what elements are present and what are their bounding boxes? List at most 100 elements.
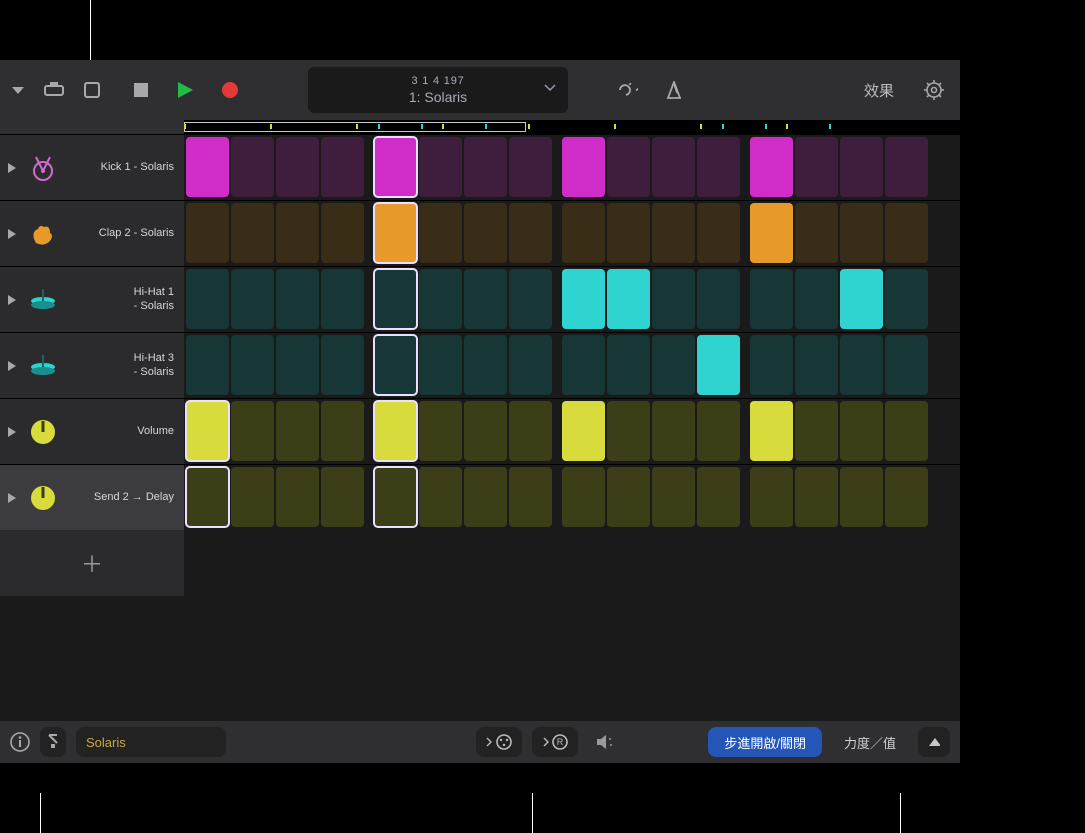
step-cell[interactable] [276,401,319,461]
step-cell[interactable] [231,269,274,329]
step-cell[interactable] [885,203,928,263]
record-button[interactable] [222,82,238,98]
effects-button[interactable]: 效果 [844,80,914,101]
step-cell[interactable] [509,335,552,395]
step-cell[interactable] [464,467,507,527]
step-cell[interactable] [321,203,364,263]
view-icon[interactable] [84,82,100,98]
step-cell[interactable] [795,269,838,329]
step-cell[interactable] [374,401,417,461]
step-cell[interactable] [607,269,650,329]
step-cell[interactable] [374,467,417,527]
step-cell[interactable] [750,467,793,527]
step-cell[interactable] [276,467,319,527]
row-play-icon[interactable] [8,163,16,173]
step-cell[interactable] [697,269,740,329]
step-cell[interactable] [321,335,364,395]
step-cell[interactable] [321,269,364,329]
step-cell[interactable] [795,401,838,461]
step-cell[interactable] [885,335,928,395]
step-cell[interactable] [276,335,319,395]
cycle-icon[interactable] [618,83,638,97]
step-cell[interactable] [562,467,605,527]
metronome-icon[interactable] [666,81,682,99]
play-button[interactable] [176,81,194,99]
step-cell[interactable] [795,467,838,527]
step-cell[interactable] [840,137,883,197]
speaker-icon[interactable] [596,734,616,750]
step-cell[interactable] [562,335,605,395]
step-cell[interactable] [231,335,274,395]
step-cell[interactable] [885,401,928,461]
ruler-cycle-region[interactable] [184,122,526,132]
step-cell[interactable] [697,401,740,461]
step-cell[interactable] [697,203,740,263]
step-cell[interactable] [419,401,462,461]
row-header[interactable]: Kick 1 - Solaris [0,135,184,200]
step-cell[interactable] [419,269,462,329]
step-cell[interactable] [231,401,274,461]
step-cell[interactable] [562,401,605,461]
stop-button[interactable] [134,83,148,97]
gear-icon[interactable] [924,80,944,100]
repeat-pill[interactable]: R [532,727,578,757]
step-cell[interactable] [419,137,462,197]
step-cell[interactable] [464,269,507,329]
tray-icon[interactable] [44,82,64,98]
step-cell[interactable] [186,401,229,461]
step-cell[interactable] [374,137,417,197]
step-cell[interactable] [321,401,364,461]
info-icon[interactable] [10,732,30,752]
preset-name-field[interactable]: Solaris [76,727,226,757]
row-header[interactable]: Hi-Hat 1- Solaris [0,267,184,332]
step-cell[interactable] [750,137,793,197]
step-cell[interactable] [509,401,552,461]
step-cell[interactable] [652,203,695,263]
step-cell[interactable] [607,467,650,527]
step-cell[interactable] [750,203,793,263]
step-cell[interactable] [652,467,695,527]
step-cell[interactable] [840,335,883,395]
step-cell[interactable] [697,467,740,527]
step-cell[interactable] [186,467,229,527]
step-toggle-button[interactable]: 步進開啟/關閉 [708,727,822,757]
step-cell[interactable] [419,203,462,263]
step-cell[interactable] [231,203,274,263]
step-cell[interactable] [750,401,793,461]
step-cell[interactable] [464,335,507,395]
step-cell[interactable] [186,203,229,263]
step-cell[interactable] [464,203,507,263]
row-header[interactable]: Volume [0,399,184,464]
row-header[interactable]: Clap 2 - Solaris [0,201,184,266]
step-cell[interactable] [562,203,605,263]
step-cell[interactable] [652,401,695,461]
step-cell[interactable] [607,335,650,395]
step-cell[interactable] [186,137,229,197]
step-cell[interactable] [374,335,417,395]
add-row-button[interactable]: ＋ [0,530,184,596]
chevron-down-icon[interactable] [544,81,556,99]
step-cell[interactable] [231,467,274,527]
row-header[interactable]: Send 2 → Delay [0,465,184,530]
step-cell[interactable] [186,335,229,395]
step-cell[interactable] [276,269,319,329]
step-cell[interactable] [885,269,928,329]
step-cell[interactable] [607,137,650,197]
step-cell[interactable] [562,269,605,329]
step-cell[interactable] [795,203,838,263]
row-play-icon[interactable] [8,229,16,239]
palette-pill[interactable] [476,727,522,757]
step-cell[interactable] [509,467,552,527]
step-cell[interactable] [750,335,793,395]
step-cell[interactable] [419,467,462,527]
step-cell[interactable] [840,467,883,527]
step-cell[interactable] [509,203,552,263]
row-play-icon[interactable] [8,361,16,371]
step-cell[interactable] [795,137,838,197]
step-cell[interactable] [840,203,883,263]
step-cell[interactable] [750,269,793,329]
step-cell[interactable] [652,269,695,329]
step-cell[interactable] [509,269,552,329]
step-cell[interactable] [697,137,740,197]
row-play-icon[interactable] [8,493,16,503]
